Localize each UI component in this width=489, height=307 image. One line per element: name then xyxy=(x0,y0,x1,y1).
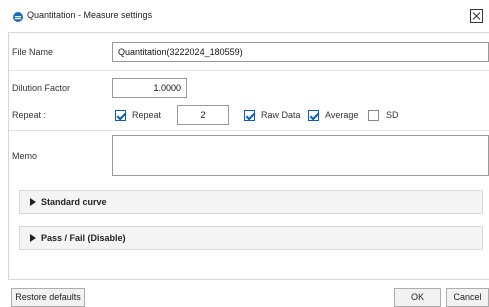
repeat-label: Repeat : xyxy=(12,110,47,120)
expand-triangle-icon xyxy=(30,234,36,242)
dilution-factor-field[interactable]: 1.0000 xyxy=(112,78,187,98)
average-label: Average xyxy=(325,110,359,120)
dilution-factor-label: Dilution Factor xyxy=(12,83,71,93)
pass-fail-section[interactable]: Pass / Fail (Disable) xyxy=(19,226,483,250)
cancel-button[interactable]: Cancel xyxy=(446,288,489,307)
divider xyxy=(9,70,489,71)
pass-fail-title: Pass / Fail (Disable) xyxy=(41,233,126,243)
close-icon[interactable] xyxy=(470,9,483,23)
repeat-count-field[interactable]: 2 xyxy=(177,105,229,125)
repeat-checkbox-label: Repeat xyxy=(132,110,162,120)
average-checkbox[interactable] xyxy=(308,110,319,121)
file-name-label: File Name xyxy=(12,47,54,57)
raw-data-checkbox[interactable] xyxy=(244,110,255,121)
ok-button[interactable]: OK xyxy=(394,288,441,307)
sd-checkbox[interactable] xyxy=(368,110,379,121)
standard-curve-title: Standard curve xyxy=(41,197,107,207)
repeat-checkbox[interactable] xyxy=(115,110,126,121)
file-name-field[interactable]: Quantitation(3222024_180559) xyxy=(112,42,489,62)
title-bar: Quantitation - Measure settings xyxy=(0,0,489,30)
sd-label: SD xyxy=(386,110,399,120)
memo-label: Memo xyxy=(12,151,38,161)
memo-field[interactable] xyxy=(112,135,489,176)
settings-panel: File Name Quantitation(3222024_180559) D… xyxy=(8,32,489,280)
divider xyxy=(9,130,489,131)
window-title: Quantitation - Measure settings xyxy=(27,10,153,20)
measure-settings-dialog: Quantitation - Measure settings File Nam… xyxy=(0,0,489,307)
expand-triangle-icon xyxy=(30,198,36,206)
standard-curve-section[interactable]: Standard curve xyxy=(19,190,483,214)
raw-data-label: Raw Data xyxy=(261,110,301,120)
restore-defaults-button[interactable]: Restore defaults xyxy=(11,288,85,307)
app-logo-icon xyxy=(13,12,23,22)
